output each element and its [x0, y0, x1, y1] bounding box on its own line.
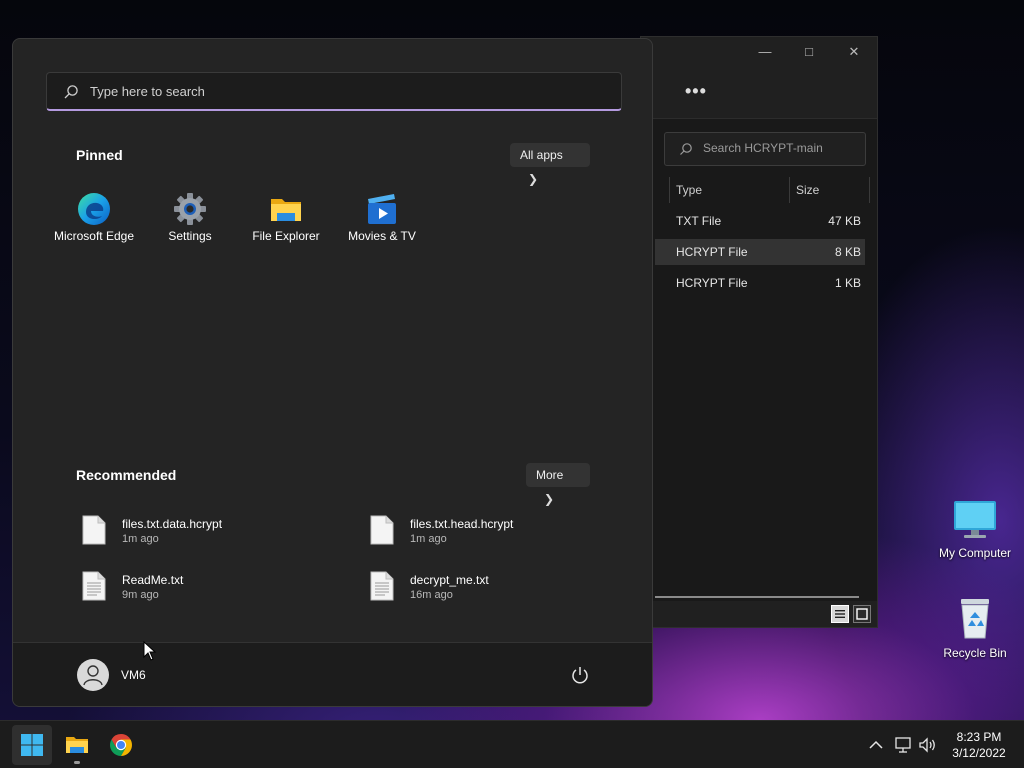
recycle-bin-icon — [961, 599, 989, 639]
start-menu: Pinned All apps ❯ Microsoft Edge — [12, 38, 653, 707]
tiles-view-icon — [856, 608, 868, 620]
pinned-app-settings[interactable]: Settings — [142, 189, 238, 253]
user-icon — [83, 665, 103, 686]
monitor-icon — [954, 501, 996, 538]
edge-icon — [78, 193, 110, 225]
running-indicator — [74, 761, 80, 764]
column-divider — [869, 177, 870, 203]
recommended-file-time: 1m ago — [410, 533, 447, 545]
start-button[interactable] — [12, 725, 52, 765]
network-icon[interactable] — [893, 735, 913, 755]
chevron-up-icon[interactable] — [866, 735, 886, 755]
file-size: 47 KB — [828, 214, 861, 228]
all-apps-label: All apps — [520, 148, 563, 162]
folder-icon — [271, 199, 301, 221]
minimize-button[interactable]: — — [753, 43, 777, 61]
clock-date: 3/12/2022 — [952, 746, 1006, 760]
recommended-file-time: 1m ago — [122, 533, 159, 545]
recommended-file-name: files.txt.head.hcrypt — [410, 517, 514, 531]
recommended-item[interactable]: ReadMe.txt 9m ago — [82, 569, 332, 609]
file-type: TXT File — [676, 214, 722, 228]
user-avatar[interactable] — [77, 659, 109, 691]
text-file-icon — [82, 571, 106, 601]
horizontal-scrollbar[interactable] — [655, 596, 859, 598]
explorer-search-box[interactable] — [664, 132, 866, 166]
explorer-status-bar — [641, 601, 877, 627]
recommended-item[interactable]: files.txt.head.hcrypt 1m ago — [370, 513, 620, 553]
volume-icon[interactable] — [918, 735, 938, 755]
recommended-heading: Recommended — [76, 467, 177, 483]
column-header-size[interactable]: Size — [789, 177, 869, 203]
blank-file-icon — [82, 515, 106, 545]
mouse-cursor-icon — [143, 641, 157, 661]
recommended-item[interactable]: decrypt_me.txt 16m ago — [370, 569, 620, 609]
file-explorer-window[interactable]: — □ ✕ ••• Type Size TXT File 47 KB HCRYP… — [640, 36, 878, 628]
pinned-heading: Pinned — [76, 147, 123, 163]
file-row[interactable]: TXT File 47 KB — [655, 208, 865, 234]
clock-time: 8:23 PM — [956, 730, 1002, 744]
column-header-type[interactable]: Type — [669, 177, 789, 203]
start-menu-footer: VM6 — [13, 642, 652, 706]
pinned-app-label: Movies & TV — [348, 229, 416, 243]
recommended-file-time: 16m ago — [410, 589, 453, 601]
close-button[interactable]: ✕ — [842, 43, 866, 61]
chevron-right-icon: ❯ — [544, 492, 555, 506]
start-search-input[interactable] — [90, 84, 590, 99]
start-search-box[interactable] — [46, 72, 622, 111]
all-apps-button[interactable]: All apps ❯ — [510, 143, 590, 186]
explorer-titlebar[interactable]: — □ ✕ — [641, 37, 877, 67]
chrome-icon — [110, 734, 132, 756]
details-view-icon — [835, 610, 845, 618]
desktop-icon-label: Recycle Bin — [943, 646, 1007, 660]
chevron-right-icon: ❯ — [528, 172, 539, 186]
file-size: 1 KB — [834, 276, 861, 290]
desktop-icon-recycle-bin[interactable]: Recycle Bin — [930, 596, 1020, 660]
taskbar-file-explorer[interactable] — [57, 725, 97, 765]
folder-icon — [66, 737, 88, 753]
pinned-app-file-explorer[interactable]: File Explorer — [238, 189, 334, 253]
search-icon — [64, 85, 78, 99]
file-type: HCRYPT File — [676, 245, 748, 259]
recommended-file-name: decrypt_me.txt — [410, 573, 489, 587]
search-icon — [680, 143, 692, 155]
desktop-icon-my-computer[interactable]: My Computer — [930, 500, 1020, 560]
explorer-search-input[interactable] — [703, 141, 863, 155]
more-options-icon[interactable]: ••• — [685, 81, 707, 102]
pinned-app-label: Microsoft Edge — [53, 229, 135, 243]
file-row[interactable]: HCRYPT File 1 KB — [655, 270, 865, 296]
explorer-command-bar: ••• — [641, 67, 877, 119]
file-row-selected[interactable]: HCRYPT File 8 KB — [655, 239, 865, 265]
desktop-icon-label: My Computer — [938, 546, 1012, 560]
pinned-app-label: Settings — [168, 229, 212, 243]
file-type: HCRYPT File — [676, 276, 748, 290]
more-button[interactable]: More ❯ — [526, 463, 590, 506]
maximize-button[interactable]: □ — [797, 43, 821, 61]
more-label: More — [536, 468, 564, 482]
windows-logo-icon — [21, 734, 43, 756]
blank-file-icon — [370, 515, 394, 545]
text-file-icon — [370, 571, 394, 601]
taskbar-chrome[interactable] — [101, 725, 141, 765]
user-name[interactable]: VM6 — [121, 668, 146, 682]
recommended-file-name: files.txt.data.hcrypt — [122, 517, 223, 531]
recommended-file-name: ReadMe.txt — [122, 573, 184, 587]
pinned-app-movies-tv[interactable]: Movies & TV — [334, 189, 430, 253]
recommended-file-time: 9m ago — [122, 589, 159, 601]
pinned-app-microsoft-edge[interactable]: Microsoft Edge — [46, 189, 142, 253]
pinned-app-label: File Explorer — [252, 229, 320, 243]
power-icon[interactable] — [570, 665, 590, 685]
tiles-view-button[interactable] — [853, 605, 871, 623]
details-view-button[interactable] — [831, 605, 849, 623]
taskbar: 8:23 PM 3/12/2022 — [0, 720, 1024, 768]
settings-gear-icon — [174, 193, 206, 225]
file-size: 8 KB — [834, 245, 861, 259]
movies-tv-icon — [368, 194, 396, 224]
recommended-item[interactable]: files.txt.data.hcrypt 1m ago — [82, 513, 332, 553]
taskbar-clock[interactable]: 8:23 PM 3/12/2022 — [944, 729, 1014, 761]
